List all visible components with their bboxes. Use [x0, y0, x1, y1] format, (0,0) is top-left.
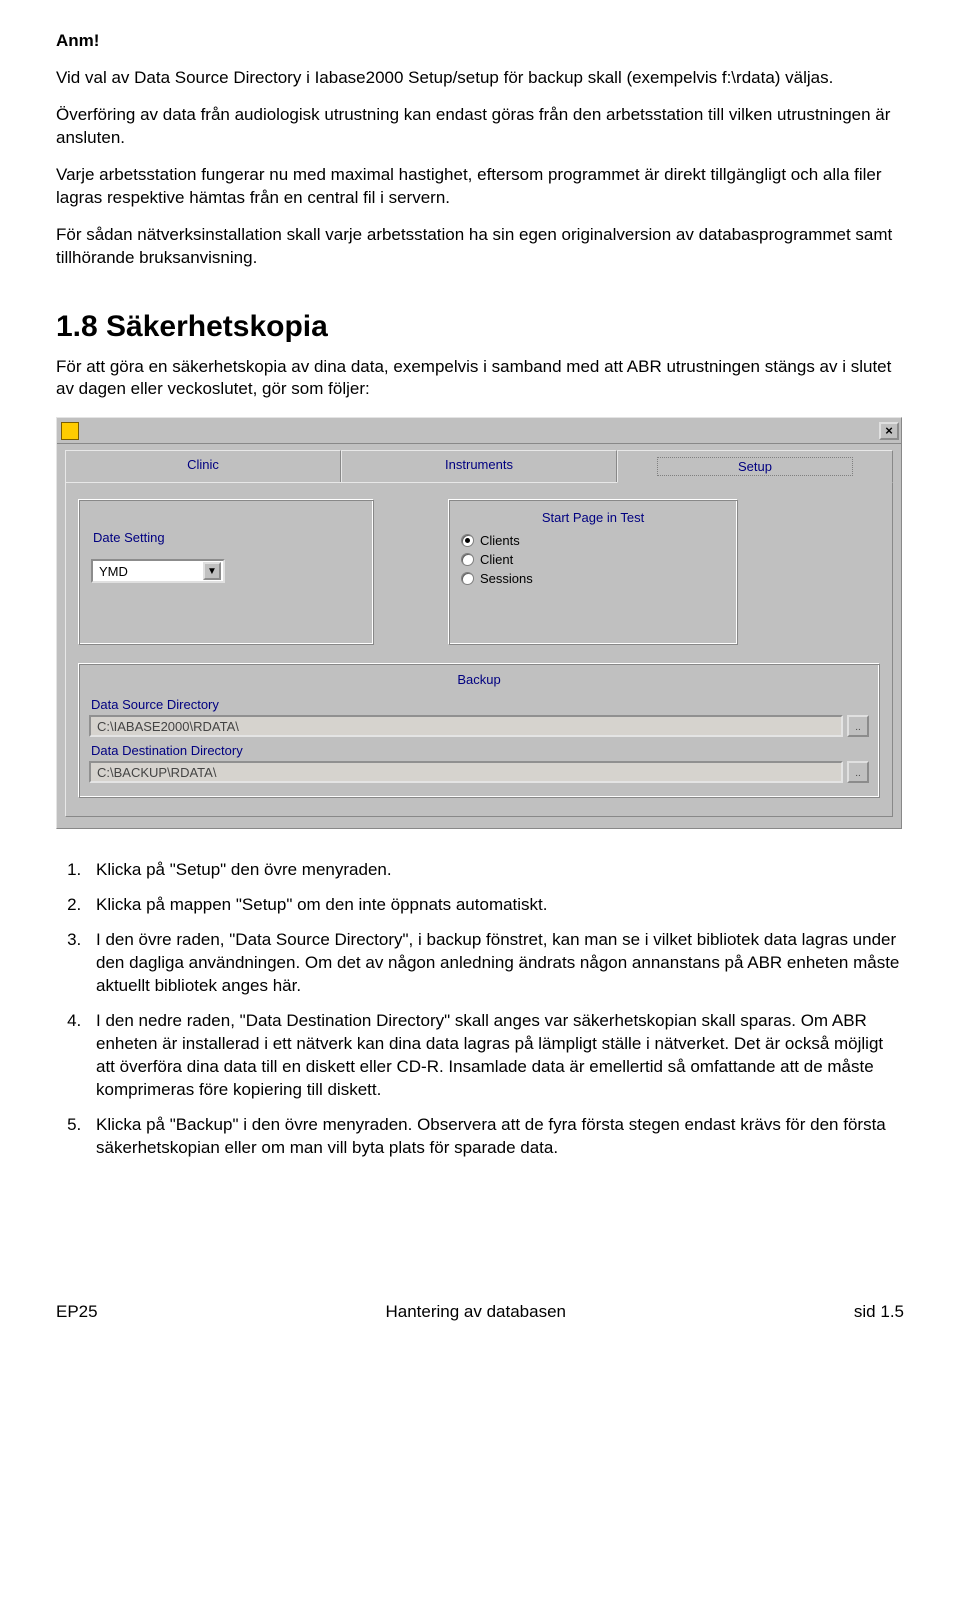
- start-page-group: Start Page in Test Clients Client Sessio…: [448, 499, 738, 645]
- dest-dir-field[interactable]: C:\BACKUP\RDATA\: [89, 761, 843, 783]
- close-button[interactable]: ×: [879, 422, 899, 440]
- note-label: Anm!: [56, 30, 904, 53]
- tab-setup-label: Setup: [657, 457, 853, 476]
- dest-dir-label: Data Destination Directory: [91, 743, 869, 758]
- radio-icon: [461, 572, 474, 585]
- chevron-down-icon: ▼: [203, 562, 221, 580]
- date-setting-label: Date Setting: [91, 530, 361, 545]
- radio-sessions[interactable]: Sessions: [461, 571, 725, 586]
- source-dir-field[interactable]: C:\IABASE2000\RDATA\: [89, 715, 843, 737]
- source-dir-label: Data Source Directory: [91, 697, 869, 712]
- section-lead: För att göra en säkerhetskopia av dina d…: [56, 356, 904, 402]
- backup-group: Backup Data Source Directory C:\IABASE20…: [78, 663, 880, 798]
- intro-paragraph-3: Varje arbetsstation fungerar nu med maxi…: [56, 164, 904, 210]
- date-setting-group: Date Setting YMD ▼: [78, 499, 374, 645]
- intro-paragraph-1: Vid val av Data Source Directory i Iabas…: [56, 67, 904, 90]
- start-page-label: Start Page in Test: [461, 510, 725, 525]
- footer-right: sid 1.5: [854, 1302, 904, 1322]
- radio-client[interactable]: Client: [461, 552, 725, 567]
- app-icon: [61, 422, 79, 440]
- footer-center: Hantering av databasen: [385, 1302, 566, 1322]
- step-4: I den nedre raden, "Data Destination Dir…: [86, 1010, 904, 1102]
- step-1: Klicka på "Setup" den övre menyraden.: [86, 859, 904, 882]
- step-3: I den övre raden, "Data Source Directory…: [86, 929, 904, 998]
- footer-left: EP25: [56, 1302, 98, 1322]
- step-2: Klicka på mappen "Setup" om den inte öpp…: [86, 894, 904, 917]
- backup-group-label: Backup: [89, 672, 869, 687]
- radio-sessions-label: Sessions: [480, 571, 533, 586]
- steps-list: Klicka på "Setup" den övre menyraden. Kl…: [56, 859, 904, 1159]
- section-heading: 1.8 Säkerhetskopia: [56, 310, 904, 344]
- setup-dialog-screenshot: × Clinic Instruments Setup Date Setting …: [56, 417, 902, 829]
- radio-icon: [461, 534, 474, 547]
- radio-clients[interactable]: Clients: [461, 533, 725, 548]
- intro-paragraph-4: För sådan nätverksinstallation skall var…: [56, 224, 904, 270]
- tab-setup[interactable]: Setup: [617, 450, 893, 483]
- radio-clients-label: Clients: [480, 533, 520, 548]
- step-5: Klicka på "Backup" i den övre menyraden.…: [86, 1114, 904, 1160]
- tab-clinic[interactable]: Clinic: [65, 450, 341, 483]
- tab-instruments[interactable]: Instruments: [341, 450, 617, 483]
- tab-strip: Clinic Instruments Setup: [57, 444, 901, 483]
- radio-client-label: Client: [480, 552, 513, 567]
- setup-panel: Date Setting YMD ▼ Start Page in Test Cl…: [65, 482, 893, 817]
- date-format-value: YMD: [99, 564, 128, 579]
- radio-icon: [461, 553, 474, 566]
- source-browse-button[interactable]: ..: [847, 715, 869, 737]
- dest-browse-button[interactable]: ..: [847, 761, 869, 783]
- intro-paragraph-2: Överföring av data från audiologisk utru…: [56, 104, 904, 150]
- date-format-dropdown[interactable]: YMD ▼: [91, 559, 225, 583]
- page-footer: EP25 Hantering av databasen sid 1.5: [0, 1212, 960, 1346]
- titlebar: ×: [57, 418, 901, 444]
